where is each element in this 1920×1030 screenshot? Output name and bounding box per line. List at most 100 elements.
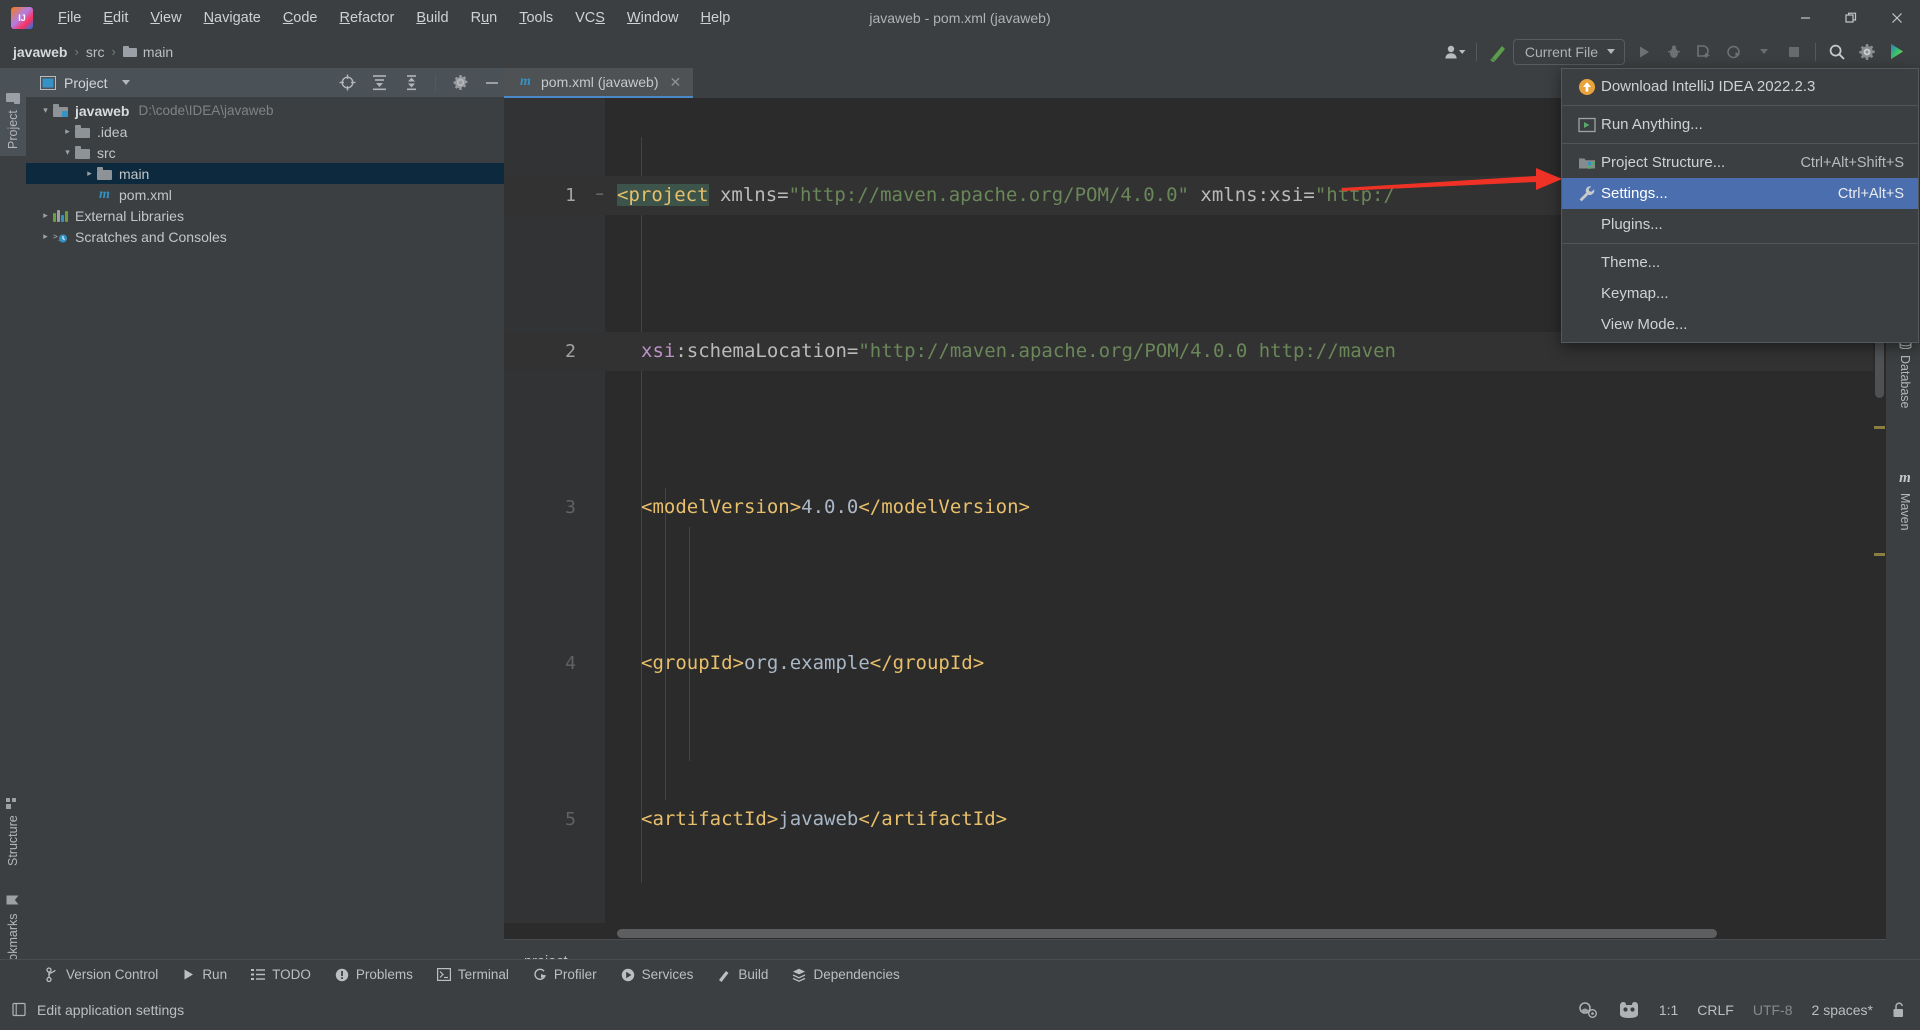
tool-button-terminal[interactable]: Terminal xyxy=(425,964,521,985)
chevron-right-icon[interactable]: ▸ xyxy=(60,126,75,137)
chevron-down-icon[interactable] xyxy=(121,80,130,85)
editor-horizontal-scrollbar[interactable] xyxy=(504,926,1886,939)
line-separator[interactable]: CRLF xyxy=(1697,1002,1734,1018)
menu-item-settings[interactable]: Settings... Ctrl+Alt+S xyxy=(1562,178,1918,209)
menu-run[interactable]: Run xyxy=(460,7,509,29)
panel-separator xyxy=(435,73,436,92)
sidebar-item-database[interactable]: Database xyxy=(1892,328,1918,444)
inspections-gear-icon[interactable] xyxy=(1577,1001,1599,1019)
build-hammer-icon[interactable] xyxy=(1483,39,1513,65)
tree-item-scratches-and-consoles[interactable]: ▸ >_ Scratches and Consoles xyxy=(26,226,504,247)
run-configuration-selector[interactable]: Current File xyxy=(1512,38,1625,65)
tool-button-services[interactable]: Services xyxy=(609,964,706,985)
tree-item-pom-xml[interactable]: m pom.xml xyxy=(26,184,504,205)
chevron-right-icon[interactable]: ▸ xyxy=(38,210,53,221)
tool-button-todo[interactable]: TODO xyxy=(239,964,323,985)
fold-minus-icon[interactable]: ─ xyxy=(592,187,607,202)
maximize-icon[interactable] xyxy=(1828,0,1874,35)
minimize-icon[interactable] xyxy=(1782,0,1828,35)
menu-edit[interactable]: Edit xyxy=(92,7,139,29)
line-number: 3 xyxy=(565,497,576,518)
chevron-right-icon[interactable]: ▸ xyxy=(82,168,97,179)
indent-setting[interactable]: 2 spaces* xyxy=(1812,1002,1873,1018)
code-token: xsi xyxy=(641,340,676,362)
caret-position[interactable]: 1:1 xyxy=(1659,1002,1678,1018)
scrollbar-thumb[interactable] xyxy=(617,929,1717,938)
branch-icon xyxy=(46,967,59,982)
sidebar-item-structure[interactable]: Structure xyxy=(0,769,26,873)
menu-item-run-anything[interactable]: Run Anything... xyxy=(1562,109,1918,140)
user-account-icon[interactable] xyxy=(1440,39,1470,65)
tool-button-run[interactable]: Run xyxy=(170,964,239,985)
ide-mascot-icon[interactable] xyxy=(1618,1001,1640,1019)
close-icon[interactable] xyxy=(1874,0,1920,35)
run-with-coverage-icon[interactable] xyxy=(1689,39,1719,65)
stop-square-icon[interactable] xyxy=(1779,39,1809,65)
problems-warning-icon xyxy=(335,968,349,982)
sidebar-item-project[interactable]: Project xyxy=(0,68,26,156)
status-bar-right: 1:1 CRLF UTF-8 2 spaces* xyxy=(1577,1001,1906,1019)
menu-item-theme[interactable]: Theme... xyxy=(1562,247,1918,278)
file-encoding[interactable]: UTF-8 xyxy=(1753,1002,1793,1018)
ai-assistant-icon[interactable] xyxy=(1882,39,1912,65)
breadcrumb-src[interactable]: src xyxy=(86,44,105,60)
run-play-icon[interactable] xyxy=(1629,39,1659,65)
close-icon[interactable]: ✕ xyxy=(666,74,684,91)
gear-icon[interactable] xyxy=(448,72,472,94)
tree-item-src[interactable]: ▾ src xyxy=(26,142,504,163)
maven-m-icon: m xyxy=(1899,470,1911,486)
editor-tab-pom-xml[interactable]: m pom.xml (javaweb) ✕ xyxy=(504,68,694,98)
collapse-all-icon[interactable] xyxy=(399,72,423,94)
profiler-icon[interactable] xyxy=(1719,39,1749,65)
menu-window[interactable]: Window xyxy=(616,7,690,29)
bookmark-icon xyxy=(6,895,20,906)
chevron-down-icon[interactable]: ▾ xyxy=(60,147,75,158)
left-tool-strip: Project Structure Bookmarks xyxy=(0,68,26,983)
services-icon xyxy=(621,968,635,982)
menu-item-view-mode[interactable]: View Mode... xyxy=(1562,309,1918,340)
menu-build[interactable]: Build xyxy=(405,7,459,29)
tree-item-label: External Libraries xyxy=(75,207,184,224)
chevron-down-icon[interactable] xyxy=(1749,39,1779,65)
menu-view[interactable]: View xyxy=(139,7,192,29)
menu-item-plugins[interactable]: Plugins... xyxy=(1562,209,1918,240)
menu-help[interactable]: Help xyxy=(689,7,741,29)
locate-target-icon[interactable] xyxy=(335,72,359,94)
menu-navigate[interactable]: Navigate xyxy=(193,7,272,29)
tree-item-external-libraries[interactable]: ▸ External Libraries xyxy=(26,205,504,226)
tool-button-problems[interactable]: Problems xyxy=(323,964,425,985)
debug-bug-icon[interactable] xyxy=(1659,39,1689,65)
tree-item-idea[interactable]: ▸ .idea xyxy=(26,121,504,142)
tool-button-profiler[interactable]: Profiler xyxy=(521,964,609,985)
menu-code[interactable]: Code xyxy=(272,7,329,29)
breadcrumb-javaweb[interactable]: javaweb xyxy=(13,44,67,60)
menu-file[interactable]: File xyxy=(47,7,92,29)
tree-item-javaweb[interactable]: ▾ javaweb D:\code\IDEA\javaweb xyxy=(26,100,504,121)
sidebar-item-maven[interactable]: m Maven xyxy=(1892,463,1918,559)
expand-all-icon[interactable] xyxy=(367,72,391,94)
search-everywhere-icon[interactable] xyxy=(1822,39,1852,65)
menu-item-project-structure[interactable]: Project Structure... Ctrl+Alt+Shift+S xyxy=(1562,147,1918,178)
chevron-down-icon[interactable]: ▾ xyxy=(38,105,53,116)
unlocked-padlock-icon[interactable] xyxy=(1892,1001,1906,1018)
tool-button-build[interactable]: Build xyxy=(705,964,780,985)
settings-gear-icon[interactable] xyxy=(1852,39,1882,65)
tree-item-main[interactable]: ▸ main xyxy=(26,163,504,184)
tool-button-dependencies[interactable]: Dependencies xyxy=(780,964,911,985)
hide-panel-minimize-icon[interactable] xyxy=(480,72,504,94)
error-stripe-marker[interactable] xyxy=(1874,553,1885,556)
menu-refactor[interactable]: Refactor xyxy=(329,7,406,29)
code-token: org.example xyxy=(743,652,870,674)
error-stripe-marker[interactable] xyxy=(1874,426,1885,429)
chevron-right-icon[interactable]: ▸ xyxy=(38,231,53,242)
tool-tab-label: Database xyxy=(1898,355,1912,409)
libraries-icon xyxy=(53,209,68,222)
menu-tools[interactable]: Tools xyxy=(508,7,564,29)
menu-item-download-intellij-idea[interactable]: Download IntelliJ IDEA 2022.2.3 xyxy=(1562,71,1918,102)
tool-button-version-control[interactable]: Version Control xyxy=(34,964,170,985)
menu-vcs[interactable]: VCS xyxy=(564,7,616,29)
breadcrumb-main[interactable]: main xyxy=(122,44,173,60)
breadcrumb-separator: › xyxy=(111,44,116,59)
menu-separator xyxy=(1562,243,1918,244)
menu-item-keymap[interactable]: Keymap... xyxy=(1562,278,1918,309)
